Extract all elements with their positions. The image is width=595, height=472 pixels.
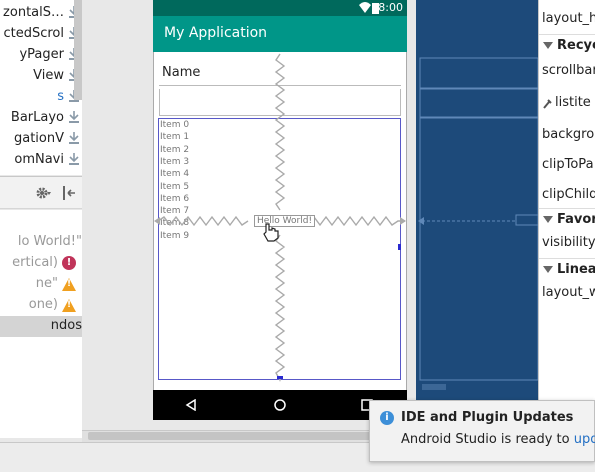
attribute-label: Linea — [557, 262, 595, 277]
attribute-label: layout_w — [542, 285, 595, 300]
hand-cursor-icon — [263, 223, 279, 242]
attribute-label: Favor — [557, 212, 595, 227]
component-tree: lo World!" ertical)! ne"! one)! ndos — [0, 210, 82, 438]
palette-item[interactable]: yPager — [0, 45, 82, 66]
palette-item[interactable]: s — [0, 87, 82, 108]
tree-row-label: ne" — [35, 276, 58, 291]
palette-item[interactable]: zontalS… — [0, 3, 82, 24]
tree-row-label: ertical) — [12, 255, 58, 270]
error-icon[interactable]: ! — [62, 256, 76, 270]
back-icon[interactable] — [185, 399, 197, 411]
expand-triangle-icon[interactable] — [543, 42, 553, 49]
attribute-row[interactable]: layout_h — [539, 8, 595, 32]
component-tree-toolbar — [0, 176, 82, 209]
wifi-icon — [359, 2, 371, 13]
tree-row[interactable]: one)! — [0, 295, 82, 316]
expand-triangle-icon[interactable] — [543, 216, 553, 223]
status-time: 8:00 — [378, 1, 403, 14]
palette-item-label: View — [33, 68, 64, 83]
palette-item[interactable]: omNavi — [0, 150, 82, 171]
tree-row[interactable]: ndos — [0, 316, 82, 337]
attribute-section[interactable]: Favor — [539, 208, 595, 232]
tree-row-label: one) — [28, 297, 58, 312]
attribute-section[interactable]: Recyc — [539, 34, 595, 58]
attribute-label: scrollbar — [542, 63, 595, 78]
design-scrollbar-thumb[interactable] — [88, 432, 378, 440]
attribute-label: layout_h — [542, 11, 595, 26]
blueprint-view[interactable] — [416, 0, 538, 420]
horizontal-constraint-right — [307, 215, 405, 227]
download-icon[interactable] — [68, 152, 80, 166]
expand-triangle-icon[interactable] — [543, 266, 553, 273]
tree-row-label: ndos — [50, 318, 82, 333]
tree-row[interactable]: lo World!" — [0, 232, 82, 253]
attribute-row[interactable]: scrollbar — [539, 60, 595, 84]
notification-text: Android Studio is ready to — [401, 432, 574, 447]
download-icon[interactable] — [68, 131, 80, 145]
palette-item-label: omNavi — [14, 152, 64, 167]
attribute-section[interactable]: Linea — [539, 258, 595, 282]
update-link[interactable]: upd — [574, 432, 595, 447]
attribute-label: visibility — [542, 235, 595, 250]
palette-item[interactable]: View — [0, 66, 82, 87]
app-title: My Application — [164, 25, 268, 41]
warning-icon[interactable]: ! — [62, 277, 76, 291]
tree-row[interactable]: ertical)! — [0, 253, 82, 274]
tree-row[interactable]: ne"! — [0, 274, 82, 295]
palette-item-label: s — [57, 89, 64, 104]
palette-item-label: yPager — [19, 47, 64, 62]
blueprint-outlines — [418, 57, 538, 390]
warning-glyph: ! — [67, 300, 72, 310]
notification-title: IDE and Plugin Updates — [401, 410, 574, 425]
palette-item[interactable]: ctedScrol — [0, 24, 82, 45]
info-icon: i — [380, 411, 394, 425]
gear-icon[interactable] — [34, 185, 52, 201]
attribute-row[interactable]: visibility — [539, 232, 595, 256]
update-notification[interactable]: i IDE and Plugin Updates Android Studio … — [369, 400, 595, 462]
attribute-row[interactable]: backgrou — [539, 124, 595, 148]
attribute-row[interactable]: layout_w — [539, 282, 595, 306]
palette-panel: zontalS… ctedScrol yPager View s BarLayo gatio… — [0, 0, 82, 175]
attribute-label: backgrou — [542, 127, 595, 142]
warning-glyph: ! — [67, 279, 72, 289]
palette-item-label: BarLayo — [10, 110, 64, 125]
palette-item[interactable]: gationV — [0, 129, 82, 150]
attribute-row[interactable]: listite — [539, 92, 595, 116]
vertical-constraint-top — [274, 53, 286, 211]
collapse-panel-icon[interactable] — [62, 185, 76, 201]
wrench-icon — [543, 99, 552, 109]
attribute-label: listite — [555, 95, 591, 110]
app-bar[interactable]: My Application — [153, 16, 407, 52]
palette-item-label: ctedScrol — [3, 26, 64, 41]
notification-body: Android Studio is ready to upd — [401, 432, 595, 447]
attribute-label: clipChild — [542, 187, 595, 202]
attribute-row[interactable]: clipChild — [539, 184, 595, 208]
attribute-label: clipToPa — [542, 157, 594, 172]
palette-item[interactable]: BarLayo — [0, 108, 82, 129]
home-icon[interactable] — [273, 398, 287, 412]
tree-row-label: lo World!" — [17, 234, 82, 249]
attribute-row[interactable]: clipToPa — [539, 154, 595, 178]
attribute-label: Recyc — [557, 38, 595, 53]
attributes-panel: layout_h Recyc scrollbar listite backgrou cli… — [538, 0, 595, 430]
horizontal-constraint-left — [157, 215, 249, 227]
warning-icon[interactable]: ! — [62, 298, 76, 312]
palette-item-label: gationV — [13, 131, 64, 146]
download-icon[interactable] — [68, 110, 80, 124]
phone-status-bar: 8:00 — [153, 0, 407, 16]
palette-scrollbar[interactable] — [74, 0, 82, 100]
vertical-constraint-bottom — [274, 234, 286, 381]
palette-item-label: zontalS… — [3, 5, 64, 20]
